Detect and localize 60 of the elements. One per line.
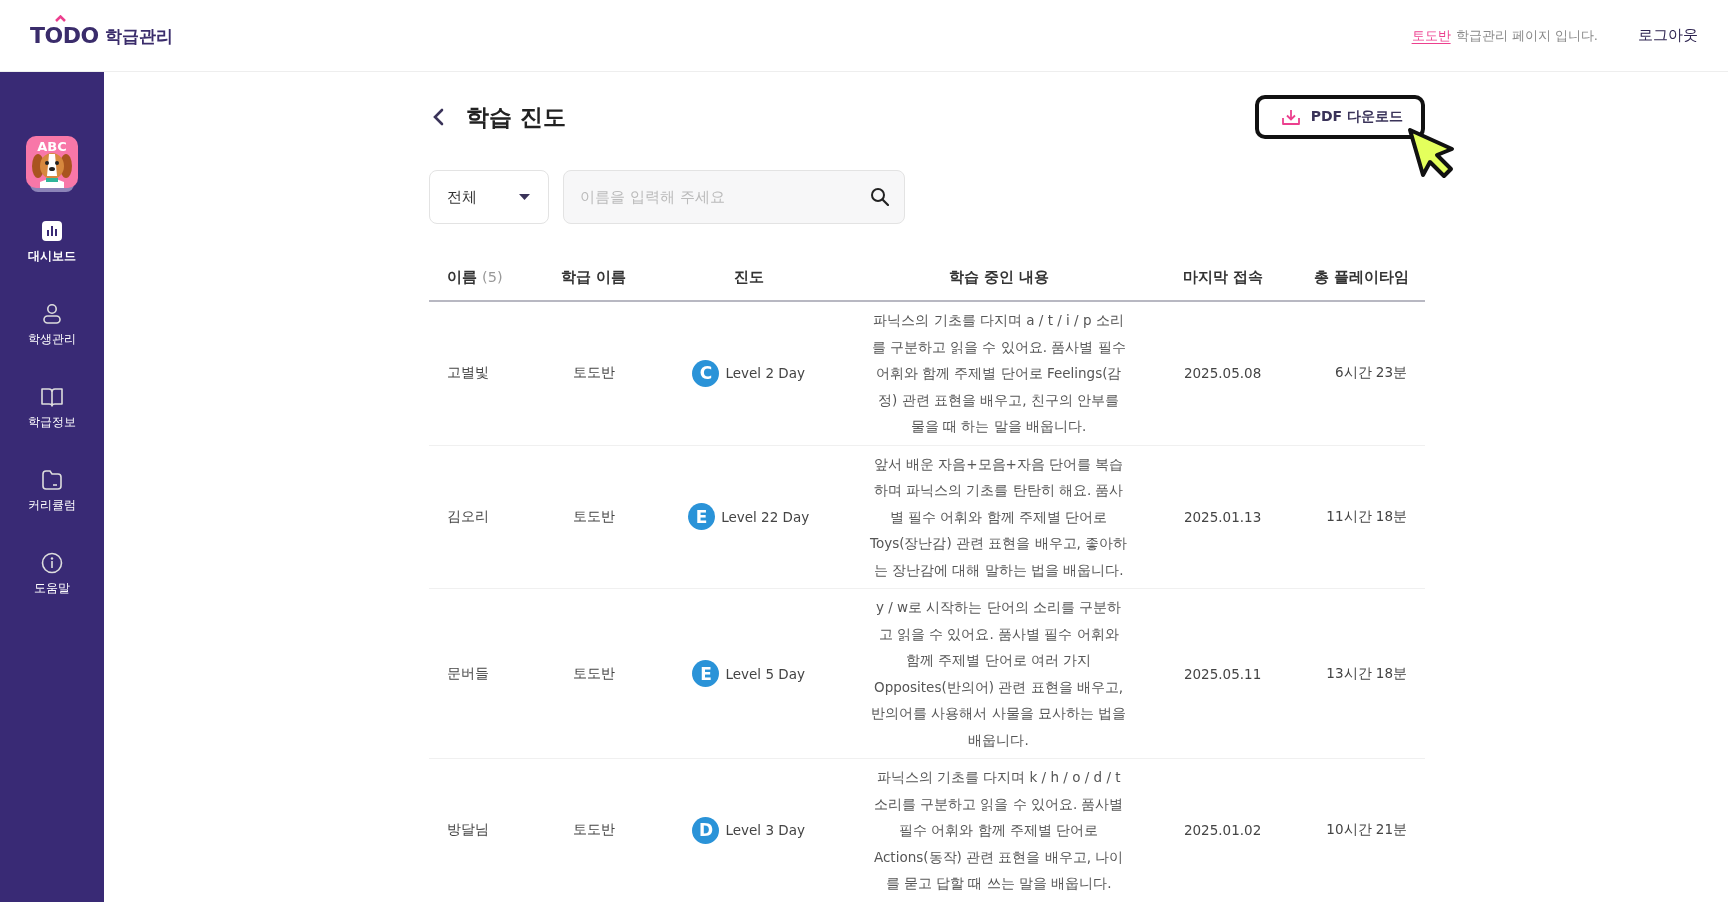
level-text: Level 22 Day [721,508,810,525]
playtime: 11시간 18분 [1298,445,1425,589]
sidebar-item[interactable]: 대시보드 [24,214,80,271]
search-icon[interactable] [870,187,889,206]
level-badge: D [692,816,720,844]
content-description: 파닉스의 기초를 다지며 k / h / o / d / t 소리를 구분하고 읽을 수 있어요. 품사별 필수 어휘와 함께 주제별 단어로 Actions(동작) 관련 표현을 배우고, 나이를 묻고 답할 때 쓰는 말을 배웁니다. [872,768,1125,893]
caret-icon [519,194,530,200]
column-header: 학급 이름 [540,254,648,301]
last-access-date: 2025.05.08 [1146,301,1299,445]
column-header: 마지막 접속 [1146,254,1299,301]
logo-wordmark: TODO [30,23,99,48]
folder-icon [41,469,63,491]
student-name: 김오리 [429,445,541,589]
column-header: 학습 중인 내용 [850,254,1147,301]
class-name: 토도반 [540,301,648,445]
playtime: 10시간 21분 [1298,758,1425,902]
student-name: 방달님 [429,758,541,902]
chart-icon [41,220,63,242]
content-description: 파닉스의 기초를 다지며 a / t / i / p 소리를 구분하고 읽을 수 있어요. 품사별 필수 어휘와 함께 주제별 단어로 Feelings(감정) 관련 표현을 배우고, 친구의 안부를 물을 때 하는 말을 배웁니다. [870,311,1127,436]
search-field[interactable]: 이름을 입력해 주세요 [563,170,905,224]
logout-button[interactable]: 로그아웃 [1638,26,1698,45]
sidebar-item[interactable]: 도움말 [30,546,74,603]
level-text: Level 5 Day [725,665,805,682]
filter-dropdown[interactable]: 전체 [429,170,549,224]
column-header: 총 플레이타임 [1298,254,1425,301]
content-description: y / w로 시작하는 단어의 소리를 구분하고 읽을 수 있어요. 품사별 필수 어휘와 함께 주제별 단어로 여러 가지 Opposites(반의어) 관련 표현을 배우고, 반의어를 사용해서 사물을 묘사하는 법을 배웁니다. [870,598,1128,750]
column-header: 진도 [647,254,851,301]
level-text: Level 2 Day [725,365,805,382]
notice-text: 학급관리 페이지 입니다. [1455,26,1598,45]
playtime: 13시간 18분 [1298,588,1425,759]
person-icon [41,303,63,325]
level-badge: E [692,660,720,687]
sidebar-item[interactable]: 학급정보 [24,380,80,437]
dog-drawing [32,153,72,188]
content-description: 앞서 배운 자음+모음+자음 단어를 복습하며 파닉스의 기초를 탄탄히 해요. 품사별 필수 어휘와 함께 주제별 단어로 Toys(장난감) 관련 표현을 배우고, 좋아하는 장난감에 대해 말하는 법을 배웁니다. [869,454,1128,580]
pdf-download-button[interactable]: PDF 다운로드 [1254,95,1425,139]
level-badge: C [692,359,720,387]
app-icon-label: ABC [37,139,67,154]
download-icon [1280,108,1301,126]
info-icon [41,552,63,574]
class-link[interactable]: 토도반 [1411,26,1451,45]
student-name: 문버들 [429,588,541,759]
class-name: 토도반 [540,588,648,759]
last-access-date: 2025.01.02 [1146,758,1299,902]
playtime: 6시간 23분 [1298,301,1425,445]
page-title: 학습 진도 [466,102,567,132]
book-icon [41,386,63,408]
last-access-date: 2025.01.13 [1146,445,1299,589]
level-text: Level 3 Day [725,822,805,839]
student-name: 고별빛 [429,301,541,445]
back-icon[interactable] [433,108,444,126]
class-name: 토도반 [540,758,648,902]
column-header: 이름 (5) [429,254,541,301]
caret-icon [55,15,66,22]
logo-subtitle: 학급관리 [104,25,173,48]
level-badge: E [688,503,716,531]
sidebar-item[interactable]: 학생관리 [24,297,80,354]
class-name: 토도반 [540,445,648,589]
sidebar-item[interactable]: 커리큘럼 [24,463,80,520]
last-access-date: 2025.05.11 [1146,588,1299,759]
